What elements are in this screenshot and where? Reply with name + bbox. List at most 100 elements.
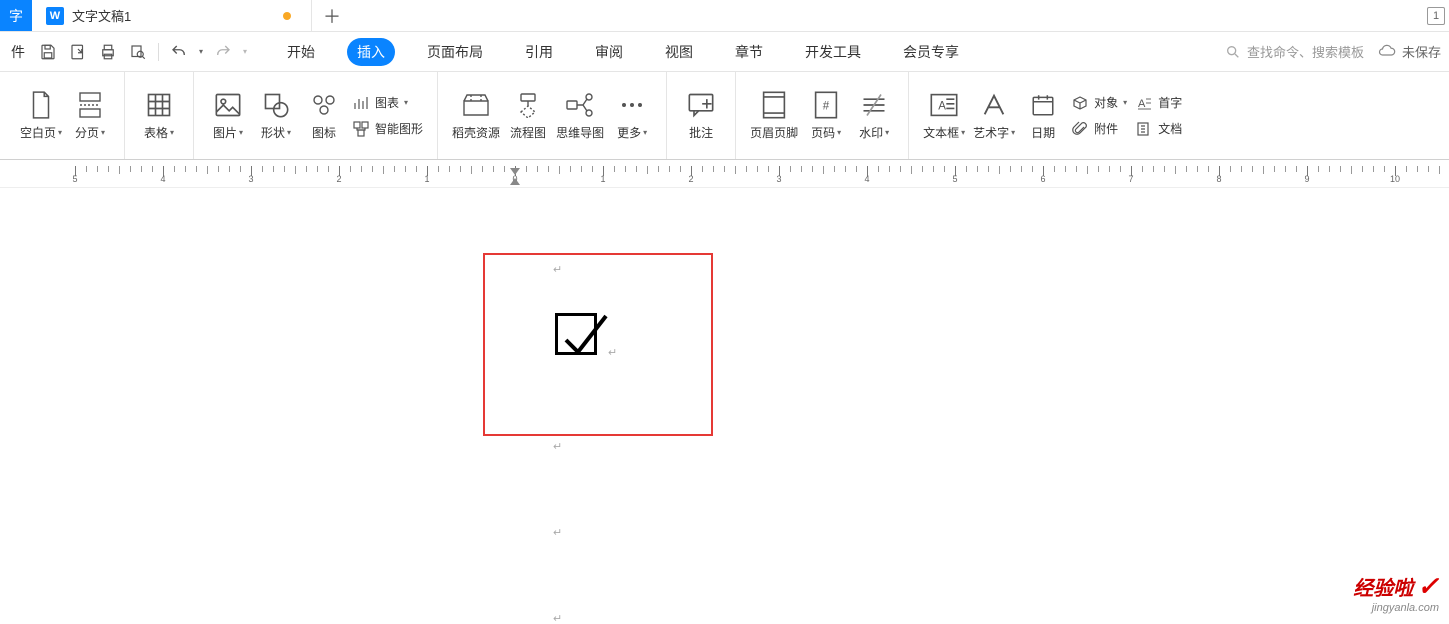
menu-tabs: 开始 插入 页面布局 引用 审阅 视图 章节 开发工具 会员专享 <box>277 38 969 66</box>
titlebar-right: 1 <box>1427 0 1449 31</box>
more-icon <box>617 90 647 120</box>
docparts-icon <box>1135 120 1153 138</box>
tab-section[interactable]: 章节 <box>725 38 773 66</box>
mindmap-label: 思维导图 <box>556 124 604 141</box>
icons-icon <box>309 90 339 120</box>
flowchart-label: 流程图 <box>510 124 546 141</box>
blank-page-button[interactable]: 空白页▾ <box>16 78 66 154</box>
ruler-number: 4 <box>864 174 869 184</box>
export-icon[interactable] <box>68 42 88 62</box>
resources-button[interactable]: 稻壳资源 <box>448 78 504 154</box>
tab-view[interactable]: 视图 <box>655 38 703 66</box>
chart-label: 图表 <box>375 94 399 111</box>
dropcap-button[interactable]: A 首字 <box>1135 94 1182 112</box>
calendar-icon <box>1028 90 1058 120</box>
wordart-button[interactable]: 艺术字▾ <box>969 78 1019 154</box>
print-icon[interactable] <box>98 42 118 62</box>
smartart-label: 智能图形 <box>375 120 423 137</box>
group-resources: 稻壳资源 流程图 思维导图 更多▾ <box>438 72 667 159</box>
textbox-button[interactable]: A 文本框▾ <box>919 78 969 154</box>
titlebar: 字 W 文字文稿1 ＋ 1 <box>0 0 1449 32</box>
chart-icon <box>352 94 370 112</box>
flowchart-icon <box>513 90 543 120</box>
ruler-number: 10 <box>1390 174 1400 184</box>
object-button[interactable]: 对象▾ <box>1071 94 1127 112</box>
svg-text:A: A <box>938 101 946 113</box>
new-tab-button[interactable]: ＋ <box>312 0 352 31</box>
chart-button[interactable]: 图表▾ <box>352 94 423 112</box>
picture-label: 图片 <box>213 124 237 141</box>
app-menu-button[interactable]: 字 <box>0 0 32 31</box>
document-area[interactable]: ↵ ↵ ↵ ↵ ↵ <box>0 188 1449 624</box>
ruler-number: 2 <box>336 174 341 184</box>
search-placeholder: 查找命令、搜索模板 <box>1247 42 1364 61</box>
doc-type-icon: W <box>46 7 64 25</box>
tab-references[interactable]: 引用 <box>515 38 563 66</box>
comment-label: 批注 <box>689 124 713 141</box>
shape-label: 形状 <box>261 124 285 141</box>
ribbon-insert: 空白页▾ 分页▾ 表格▾ 图片▾ 形状▾ 图标 图表▾ <box>0 72 1449 160</box>
blank-page-label: 空白页 <box>20 124 56 141</box>
tab-page-layout[interactable]: 页面布局 <box>417 38 493 66</box>
svg-text:A: A <box>1138 98 1146 110</box>
more-label: 更多 <box>617 124 641 141</box>
save-icon[interactable] <box>38 42 58 62</box>
smartart-button[interactable]: 智能图形 <box>352 120 423 138</box>
dropcap-icon: A <box>1135 94 1153 112</box>
undo-dropdown-icon[interactable]: ▾ <box>199 47 203 56</box>
redo-icon[interactable] <box>213 42 233 62</box>
ruler-number: 3 <box>776 174 781 184</box>
docparts-label: 文档 <box>1158 120 1182 137</box>
picture-icon <box>213 90 243 120</box>
redo-dropdown-icon[interactable]: ▾ <box>243 47 247 56</box>
file-label[interactable]: 件 <box>8 42 28 62</box>
window-badge[interactable]: 1 <box>1427 7 1445 25</box>
comment-button[interactable]: 批注 <box>677 78 725 154</box>
save-status-label: 未保存 <box>1402 42 1441 61</box>
command-search[interactable]: 查找命令、搜索模板 <box>1225 42 1364 61</box>
tab-developer[interactable]: 开发工具 <box>795 38 871 66</box>
mindmap-button[interactable]: 思维导图 <box>552 78 608 154</box>
print-preview-icon[interactable] <box>128 42 148 62</box>
ruler-number: 3 <box>248 174 253 184</box>
icon-button[interactable]: 图标 <box>300 78 348 154</box>
paragraph-mark: ↵ <box>608 346 617 359</box>
attachment-label: 附件 <box>1094 120 1118 137</box>
undo-icon[interactable] <box>169 42 189 62</box>
group-text: A 文本框▾ 艺术字▾ 日期 对象▾ 附件 A 首字 <box>909 72 1196 159</box>
save-status[interactable]: 未保存 <box>1378 42 1441 61</box>
tab-member[interactable]: 会员专享 <box>893 38 969 66</box>
table-button[interactable]: 表格▾ <box>135 78 183 154</box>
flowchart-button[interactable]: 流程图 <box>504 78 552 154</box>
qat-separator <box>158 43 159 61</box>
object-label: 对象 <box>1094 94 1118 111</box>
document-tab[interactable]: W 文字文稿1 <box>32 0 312 31</box>
textbox-icon: A <box>929 90 959 120</box>
shape-button[interactable]: 形状▾ <box>252 78 300 154</box>
watermark-text: 经验啦 <box>1353 572 1413 601</box>
attachment-button[interactable]: 附件 <box>1071 120 1127 138</box>
picture-button[interactable]: 图片▾ <box>204 78 252 154</box>
quick-access-toolbar: 件 ▾ ▾ <box>8 42 259 62</box>
ruler-number: 6 <box>1040 174 1045 184</box>
date-button[interactable]: 日期 <box>1019 78 1067 154</box>
horizontal-ruler[interactable]: 5432101234567891011 <box>0 160 1449 188</box>
date-label: 日期 <box>1031 124 1055 141</box>
tab-start[interactable]: 开始 <box>277 38 325 66</box>
ruler-number: 9 <box>1304 174 1309 184</box>
header-footer-button[interactable]: 页眉页脚 <box>746 78 802 154</box>
menubar-right: 查找命令、搜索模板 未保存 <box>1225 42 1441 61</box>
icon-label: 图标 <box>312 124 336 141</box>
svg-text:#: # <box>823 101 830 113</box>
page-number-button[interactable]: # 页码▾ <box>802 78 850 154</box>
header-footer-icon <box>759 90 789 120</box>
tab-insert[interactable]: 插入 <box>347 38 395 66</box>
watermark-label: 水印 <box>859 124 883 141</box>
page-break-button[interactable]: 分页▾ <box>66 78 114 154</box>
tab-review[interactable]: 审阅 <box>585 38 633 66</box>
header-footer-label: 页眉页脚 <box>750 124 798 141</box>
docparts-button[interactable]: 文档 <box>1135 120 1182 138</box>
site-watermark: 经验啦 ✓ jingyanla.com <box>1353 571 1439 614</box>
watermark-button[interactable]: 水印▾ <box>850 78 898 154</box>
more-button[interactable]: 更多▾ <box>608 78 656 154</box>
